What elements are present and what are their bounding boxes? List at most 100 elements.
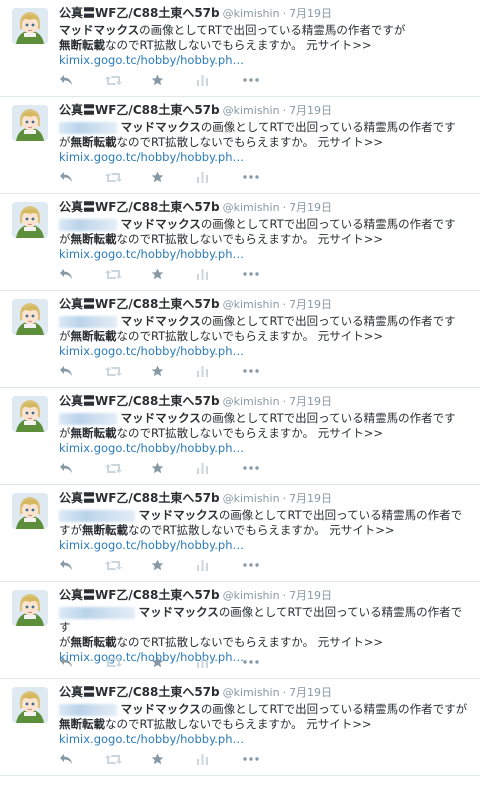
favorite-star-button[interactable] [151,655,197,669]
avatar[interactable] [12,590,48,626]
author-fullname[interactable]: 公真〓WF乙/C88土東へ57b [59,394,220,408]
tweet-text: マッドマックスの画像としてRTで出回っている精霊馬の作者です が無断転載なのでR… [59,605,472,650]
analytics-button[interactable] [197,170,243,184]
favorite-star-button[interactable] [151,170,197,184]
analytics-button[interactable] [197,73,243,87]
analytics-button[interactable] [197,461,243,475]
tweet-header: 公真〓WF乙/C88土東へ57b @kimishin · 7月19日 [59,489,472,507]
author-handle[interactable]: @kimishin [223,7,280,20]
reply-button[interactable] [59,461,105,475]
highlight-unauthorized: 無断転載 [70,232,117,246]
author-handle[interactable]: @kimishin [223,298,280,311]
avatar[interactable] [12,202,48,238]
tweet-text: マッドマックスの画像としてRTで出回っている精霊馬の作者です が無断転載なのでR… [59,120,472,150]
reply-button[interactable] [59,267,105,281]
favorite-star-button[interactable] [151,558,197,572]
source-link[interactable]: kimix.gogo.tc/hobby/hobby.ph… [59,150,472,165]
tweet-text-line2-pre: が [59,232,71,246]
tweet[interactable]: 公真〓WF乙/C88土東へ57b @kimishin · 7月19日 マッドマックスの… [0,97,480,194]
analytics-button[interactable] [197,558,243,572]
analytics-button[interactable] [197,267,243,281]
tweet[interactable]: 公真〓WF乙/C88土東へ57b @kimishin · 7月19日 マッドマックスの… [0,194,480,291]
author-fullname[interactable]: 公真〓WF乙/C88土東へ57b [59,6,220,20]
author-fullname[interactable]: 公真〓WF乙/C88土東へ57b [59,297,220,311]
avatar[interactable] [12,105,48,141]
more-dots-button[interactable] [243,267,289,281]
retweet-button[interactable] [105,364,151,378]
avatar[interactable] [12,396,48,432]
tweet-header: 公真〓WF乙/C88土東へ57b @kimishin · 7月19日 [59,198,472,216]
favorite-star-button[interactable] [151,73,197,87]
retweet-button[interactable] [105,655,151,669]
tweet[interactable]: 公真〓WF乙/C88土東へ57b @kimishin · 7月19日 マッドマックスの… [0,485,480,582]
more-dots-button[interactable] [243,170,289,184]
author-fullname[interactable]: 公真〓WF乙/C88土東へ57b [59,491,220,505]
tweet[interactable]: 公真〓WF乙/C88土東へ57b @kimishin · 7月19日 マッドマックスの… [0,0,480,97]
author-handle[interactable]: @kimishin [223,395,280,408]
avatar[interactable] [12,493,48,529]
more-dots-button[interactable] [243,73,289,87]
tweet-text-line2: なのでRT拡散しないでもらえますか。 元サイト>> [105,38,372,52]
retweet-button[interactable] [105,73,151,87]
tweet-text-line2-pre: が [59,635,71,649]
source-link[interactable]: kimix.gogo.tc/hobby/hobby.ph… [59,53,472,68]
separator-dot: · [282,492,287,505]
more-dots-button[interactable] [243,752,289,766]
analytics-button[interactable] [197,752,243,766]
avatar[interactable] [12,687,48,723]
tweet-timestamp[interactable]: 7月19日 [289,104,332,117]
author-handle[interactable]: @kimishin [223,201,280,214]
retweet-button[interactable] [105,461,151,475]
author-handle[interactable]: @kimishin [223,589,280,602]
tweet-timestamp[interactable]: 7月19日 [289,298,332,311]
reply-button[interactable] [59,170,105,184]
more-dots-button[interactable] [243,364,289,378]
favorite-star-button[interactable] [151,364,197,378]
more-dots-button[interactable] [243,655,289,669]
analytics-button[interactable] [197,655,243,669]
retweet-button[interactable] [105,558,151,572]
source-link[interactable]: kimix.gogo.tc/hobby/hobby.ph… [59,732,472,747]
author-handle[interactable]: @kimishin [223,492,280,505]
tweet-text-line2: なのでRT拡散しないでもらえますか。 元サイト>> [116,232,384,246]
reply-button[interactable] [59,655,105,669]
tweet[interactable]: 公真〓WF乙/C88土東へ57b @kimishin · 7月19日 マッドマックスの… [0,582,480,679]
retweet-button[interactable] [105,170,151,184]
author-fullname[interactable]: 公真〓WF乙/C88土東へ57b [59,103,220,117]
source-link[interactable]: kimix.gogo.tc/hobby/hobby.ph… [59,344,472,359]
tweet[interactable]: 公真〓WF乙/C88土東へ57b @kimishin · 7月19日 マッドマックスの… [0,679,480,776]
author-fullname[interactable]: 公真〓WF乙/C88土東へ57b [59,685,220,699]
tweet-timestamp[interactable]: 7月19日 [289,686,332,699]
tweet-timestamp[interactable]: 7月19日 [289,201,332,214]
tweet-timestamp[interactable]: 7月19日 [289,7,332,20]
tweet-text-line2: なのでRT拡散しないでもらえますか。 元サイト>> [116,426,384,440]
favorite-star-button[interactable] [151,267,197,281]
analytics-button[interactable] [197,364,243,378]
tweet-timestamp[interactable]: 7月19日 [289,395,332,408]
author-fullname[interactable]: 公真〓WF乙/C88土東へ57b [59,200,220,214]
more-dots-button[interactable] [243,461,289,475]
retweet-button[interactable] [105,267,151,281]
reply-button[interactable] [59,73,105,87]
author-handle[interactable]: @kimishin [223,686,280,699]
reply-button[interactable] [59,558,105,572]
tweet-timestamp[interactable]: 7月19日 [289,492,332,505]
author-fullname[interactable]: 公真〓WF乙/C88土東へ57b [59,588,220,602]
tweet-timestamp[interactable]: 7月19日 [289,589,332,602]
analytics-icon [197,559,208,571]
source-link[interactable]: kimix.gogo.tc/hobby/hobby.ph… [59,247,472,262]
more-dots-button[interactable] [243,558,289,572]
tweet[interactable]: 公真〓WF乙/C88土東へ57b @kimishin · 7月19日 マッドマックスの… [0,388,480,485]
tweet[interactable]: 公真〓WF乙/C88土東へ57b @kimishin · 7月19日 マッドマックスの… [0,291,480,388]
favorite-star-button[interactable] [151,752,197,766]
retweet-button[interactable] [105,752,151,766]
reply-button[interactable] [59,752,105,766]
separator-dot: · [282,686,287,699]
source-link[interactable]: kimix.gogo.tc/hobby/hobby.ph… [59,441,472,456]
author-handle[interactable]: @kimishin [223,104,280,117]
favorite-star-button[interactable] [151,461,197,475]
avatar[interactable] [12,8,48,44]
reply-button[interactable] [59,364,105,378]
avatar[interactable] [12,299,48,335]
source-link[interactable]: kimix.gogo.tc/hobby/hobby.ph… [59,538,472,553]
